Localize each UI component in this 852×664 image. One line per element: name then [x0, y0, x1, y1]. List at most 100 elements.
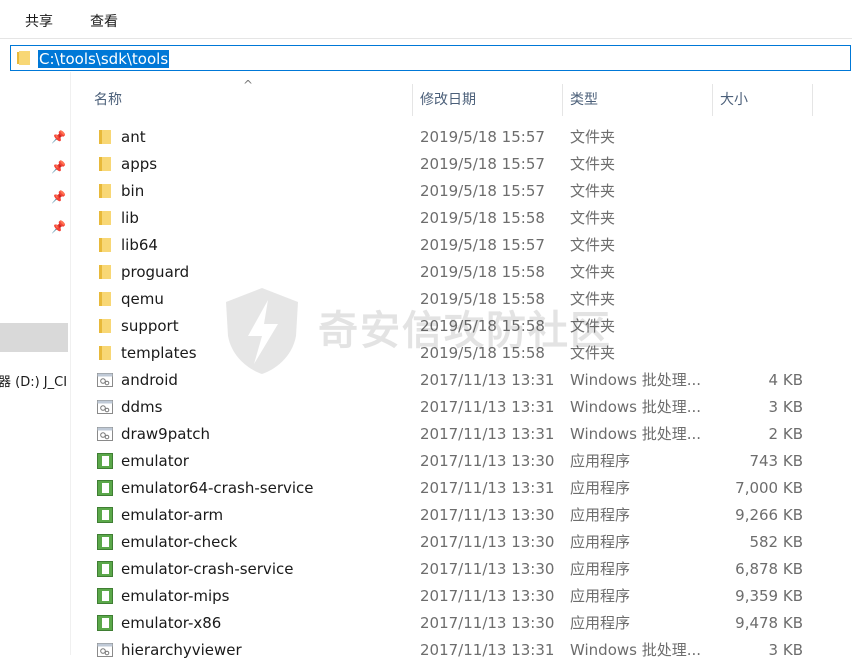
folder-icon [97, 183, 113, 199]
file-size: 6,878 KB [735, 560, 803, 578]
folder-icon [97, 291, 113, 307]
file-name[interactable]: qemu [121, 288, 164, 310]
column-header-row: ^ 名称 修改日期 类型 大小 [71, 78, 852, 116]
file-row[interactable]: support 2019/5/18 15:58 文件夹 [0, 313, 852, 340]
address-bar[interactable]: C:\tools\sdk\tools [10, 45, 851, 71]
file-date: 2017/11/13 13:30 [420, 614, 555, 632]
folder-icon [97, 129, 113, 145]
file-row[interactable]: proguard 2019/5/18 15:58 文件夹 [0, 259, 852, 286]
file-name[interactable]: emulator64-crash-service [121, 477, 314, 499]
ribbon-bar: 共享 查看 [0, 0, 852, 39]
file-name[interactable]: android [121, 369, 178, 391]
file-name[interactable]: templates [121, 342, 197, 364]
file-date: 2019/5/18 15:58 [420, 263, 545, 281]
column-header-size[interactable]: 大小 [720, 84, 748, 116]
column-header-name[interactable]: 名称 [94, 84, 122, 116]
column-divider[interactable] [562, 84, 563, 116]
file-row[interactable]: emulator-arm 2017/11/13 13:30 应用程序 9,266 KB [0, 502, 852, 529]
file-name[interactable]: emulator-x86 [121, 612, 221, 634]
file-type: 应用程序 [570, 587, 631, 605]
file-date: 2019/5/18 15:57 [420, 182, 545, 200]
file-row[interactable]: lib64 2019/5/18 15:57 文件夹 [0, 232, 852, 259]
file-size: 7,000 KB [735, 479, 803, 497]
file-row[interactable]: templates 2019/5/18 15:58 文件夹 [0, 340, 852, 367]
file-row[interactable]: lib 2019/5/18 15:58 文件夹 [0, 205, 852, 232]
file-row[interactable]: ant 2019/5/18 15:57 文件夹 [0, 124, 852, 151]
file-row[interactable]: emulator64-crash-service 2017/11/13 13:31… [0, 475, 852, 502]
file-date: 2017/11/13 13:30 [420, 452, 555, 470]
file-date: 2017/11/13 13:31 [420, 425, 555, 443]
file-type: 应用程序 [570, 533, 631, 551]
file-name[interactable]: emulator [121, 450, 189, 472]
folder-icon [97, 264, 113, 280]
file-date: 2019/5/18 15:58 [420, 317, 545, 335]
file-name[interactable]: ant [121, 126, 146, 148]
file-type: 应用程序 [570, 506, 631, 524]
column-header-type[interactable]: 类型 [570, 84, 598, 116]
file-row[interactable]: emulator-check 2017/11/13 13:30 应用程序 582 KB [0, 529, 852, 556]
file-name[interactable]: ddms [121, 396, 162, 418]
file-type: 文件夹 [570, 290, 616, 308]
file-type: 文件夹 [570, 209, 616, 227]
file-row[interactable]: emulator 2017/11/13 13:30 应用程序 743 KB [0, 448, 852, 475]
sort-ascending-icon: ^ [243, 78, 254, 92]
file-name[interactable]: lib64 [121, 234, 158, 256]
file-name[interactable]: lib [121, 207, 139, 229]
file-date: 2017/11/13 13:31 [420, 398, 555, 416]
file-type: Windows 批处理... [570, 398, 702, 416]
file-type: Windows 批处理... [570, 371, 702, 389]
file-row[interactable]: ddms 2017/11/13 13:31 Windows 批处理... 3 KB [0, 394, 852, 421]
file-name[interactable]: proguard [121, 261, 189, 283]
file-type: 文件夹 [570, 155, 616, 173]
file-row[interactable]: apps 2019/5/18 15:57 文件夹 [0, 151, 852, 178]
file-size: 4 KB [768, 371, 803, 389]
file-type: 文件夹 [570, 236, 616, 254]
file-type: 应用程序 [570, 452, 631, 470]
file-name[interactable]: emulator-crash-service [121, 558, 293, 580]
file-date: 2019/5/18 15:58 [420, 344, 545, 362]
file-row[interactable]: draw9patch 2017/11/13 13:31 Windows 批处理...… [0, 421, 852, 448]
file-row[interactable]: hierarchyviewer 2017/11/13 13:31 Windows 批… [0, 637, 852, 664]
folder-icon [97, 156, 113, 172]
file-row[interactable]: emulator-crash-service 2017/11/13 13:30 应用… [0, 556, 852, 583]
file-type: 应用程序 [570, 560, 631, 578]
file-type: 文件夹 [570, 263, 616, 281]
file-name[interactable]: hierarchyviewer [121, 639, 242, 661]
application-icon [97, 561, 113, 577]
file-name[interactable]: bin [121, 180, 144, 202]
file-name[interactable]: emulator-arm [121, 504, 223, 526]
file-name[interactable]: emulator-check [121, 531, 237, 553]
file-row[interactable]: emulator-x86 2017/11/13 13:30 应用程序 9,478 KB [0, 610, 852, 637]
column-divider[interactable] [812, 84, 813, 116]
file-date: 2017/11/13 13:30 [420, 506, 555, 524]
folder-icon [97, 345, 113, 361]
file-row[interactable]: bin 2019/5/18 15:57 文件夹 [0, 178, 852, 205]
file-size: 2 KB [768, 425, 803, 443]
file-name[interactable]: apps [121, 153, 157, 175]
file-row[interactable]: android 2017/11/13 13:31 Windows 批处理... 4 K… [0, 367, 852, 394]
file-type: Windows 批处理... [570, 425, 702, 443]
file-date: 2019/5/18 15:58 [420, 209, 545, 227]
file-name[interactable]: support [121, 315, 179, 337]
column-divider[interactable] [412, 84, 413, 116]
file-size: 582 KB [749, 533, 803, 551]
application-icon [97, 588, 113, 604]
file-type: 文件夹 [570, 317, 616, 335]
batch-file-icon [97, 372, 113, 388]
file-row[interactable]: emulator-mips 2017/11/13 13:30 应用程序 9,359 K… [0, 583, 852, 610]
column-header-date[interactable]: 修改日期 [420, 84, 476, 116]
address-path[interactable]: C:\tools\sdk\tools [38, 50, 170, 68]
ribbon-tab-view[interactable]: 查看 [90, 11, 118, 31]
file-name[interactable]: emulator-mips [121, 585, 230, 607]
application-icon [97, 534, 113, 550]
file-size: 9,478 KB [735, 614, 803, 632]
folder-icon [97, 237, 113, 253]
application-icon [97, 480, 113, 496]
file-size: 9,359 KB [735, 587, 803, 605]
file-name[interactable]: draw9patch [121, 423, 210, 445]
column-divider[interactable] [712, 84, 713, 116]
file-row[interactable]: qemu 2019/5/18 15:58 文件夹 [0, 286, 852, 313]
folder-icon [17, 51, 30, 65]
ribbon-tab-share[interactable]: 共享 [25, 11, 53, 31]
folder-icon [97, 210, 113, 226]
